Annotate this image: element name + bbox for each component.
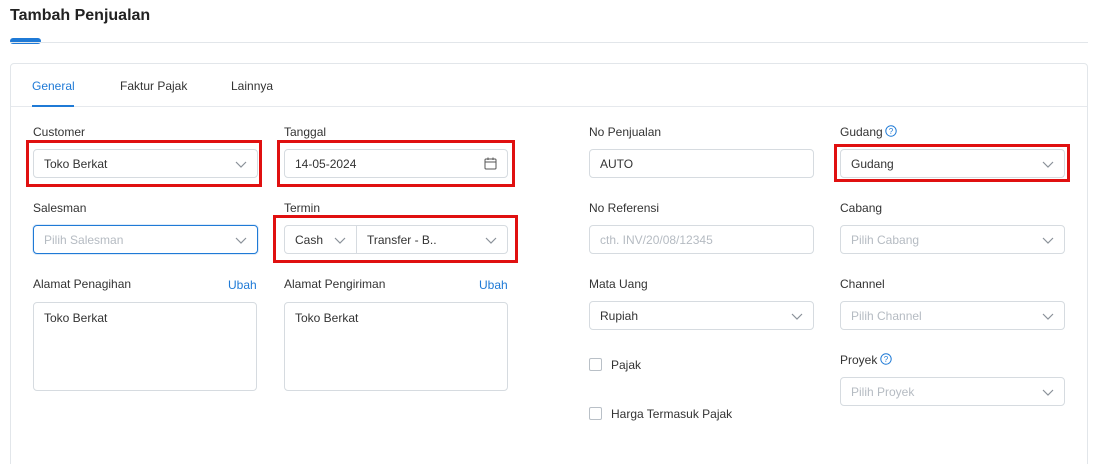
- channel-select[interactable]: Pilih Channel: [840, 301, 1065, 330]
- chevron-down-icon: [334, 237, 346, 244]
- termin-label: Termin: [284, 201, 321, 215]
- tab-faktur-pajak[interactable]: Faktur Pajak: [120, 79, 187, 93]
- no-penjualan-label: No Penjualan: [589, 125, 662, 139]
- tab-bar: General Faktur Pajak Lainnya: [11, 64, 1087, 107]
- alamat-penagihan-ubah-link[interactable]: Ubah: [228, 278, 257, 292]
- termin-cash-select[interactable]: Cash: [284, 225, 357, 254]
- cabang-select[interactable]: Pilih Cabang: [840, 225, 1065, 254]
- mata-uang-select[interactable]: Rupiah: [589, 301, 814, 330]
- salesman-placeholder: Pilih Salesman: [44, 233, 124, 247]
- pajak-checkbox[interactable]: [589, 358, 602, 371]
- channel-placeholder: Pilih Channel: [851, 309, 922, 323]
- alamat-penagihan-label: Alamat Penagihan: [33, 277, 132, 291]
- proyek-placeholder: Pilih Proyek: [851, 385, 915, 399]
- title-divider: [10, 42, 1088, 43]
- tab-general[interactable]: General: [32, 79, 75, 93]
- chevron-down-icon: [1042, 313, 1054, 320]
- chevron-down-icon: [235, 161, 247, 168]
- no-referensi-label: No Referensi: [589, 201, 660, 215]
- proyek-select[interactable]: Pilih Proyek: [840, 377, 1065, 406]
- chevron-down-icon: [485, 237, 497, 244]
- alamat-penagihan-value: Toko Berkat: [44, 311, 108, 325]
- alamat-penagihan-textarea[interactable]: Toko Berkat: [33, 302, 257, 391]
- customer-select[interactable]: Toko Berkat: [33, 149, 258, 178]
- tanggal-date-field[interactable]: 14-05-2024: [284, 149, 508, 178]
- alamat-pengiriman-ubah-link[interactable]: Ubah: [479, 278, 508, 292]
- salesman-label: Salesman: [33, 201, 87, 215]
- tab-active-indicator: [32, 105, 74, 107]
- termin-transfer-select[interactable]: Transfer - B..: [356, 225, 508, 254]
- chevron-down-icon: [235, 237, 247, 244]
- no-penjualan-input[interactable]: AUTO: [589, 149, 814, 178]
- customer-value: Toko Berkat: [44, 157, 108, 171]
- chevron-down-icon: [791, 313, 803, 320]
- chevron-down-icon: [1042, 237, 1054, 244]
- help-circle-icon[interactable]: ?: [885, 125, 897, 137]
- alamat-pengiriman-textarea[interactable]: Toko Berkat: [284, 302, 508, 391]
- channel-label: Channel: [840, 277, 885, 291]
- salesman-select[interactable]: Pilih Salesman: [33, 225, 258, 254]
- termin-cash-value: Cash: [295, 233, 324, 247]
- pajak-label: Pajak: [611, 358, 642, 372]
- harga-termasuk-pajak-label: Harga Termasuk Pajak: [611, 407, 733, 421]
- no-penjualan-value: AUTO: [600, 157, 634, 171]
- termin-transfer-value: Transfer - B..: [367, 233, 437, 247]
- cabang-placeholder: Pilih Cabang: [851, 233, 920, 247]
- help-circle-icon[interactable]: ?: [880, 353, 892, 365]
- tanggal-value: 14-05-2024: [295, 157, 357, 171]
- customer-label: Customer: [33, 125, 86, 139]
- gudang-value: Gudang: [851, 157, 894, 171]
- tab-lainnya[interactable]: Lainnya: [231, 79, 273, 93]
- mata-uang-label: Mata Uang: [589, 277, 648, 291]
- harga-termasuk-pajak-checkbox[interactable]: [589, 407, 602, 420]
- chevron-down-icon: [1042, 389, 1054, 396]
- title-accent-bar: [10, 38, 41, 44]
- page-title: Tambah Penjualan: [10, 7, 151, 24]
- gudang-select[interactable]: Gudang: [840, 149, 1065, 178]
- no-referensi-placeholder: cth. INV/20/08/12345: [600, 233, 713, 247]
- calendar-icon[interactable]: [484, 157, 497, 170]
- proyek-label: Proyek: [840, 353, 878, 367]
- tanggal-label: Tanggal: [284, 125, 327, 139]
- alamat-pengiriman-value: Toko Berkat: [295, 311, 359, 325]
- mata-uang-value: Rupiah: [600, 309, 639, 323]
- alamat-pengiriman-label: Alamat Pengiriman: [284, 277, 386, 291]
- svg-text:?: ?: [889, 127, 894, 136]
- chevron-down-icon: [1042, 161, 1054, 168]
- gudang-label: Gudang: [840, 125, 883, 139]
- cabang-label: Cabang: [840, 201, 883, 215]
- no-referensi-input[interactable]: cth. INV/20/08/12345: [589, 225, 814, 254]
- svg-text:?: ?: [884, 355, 889, 364]
